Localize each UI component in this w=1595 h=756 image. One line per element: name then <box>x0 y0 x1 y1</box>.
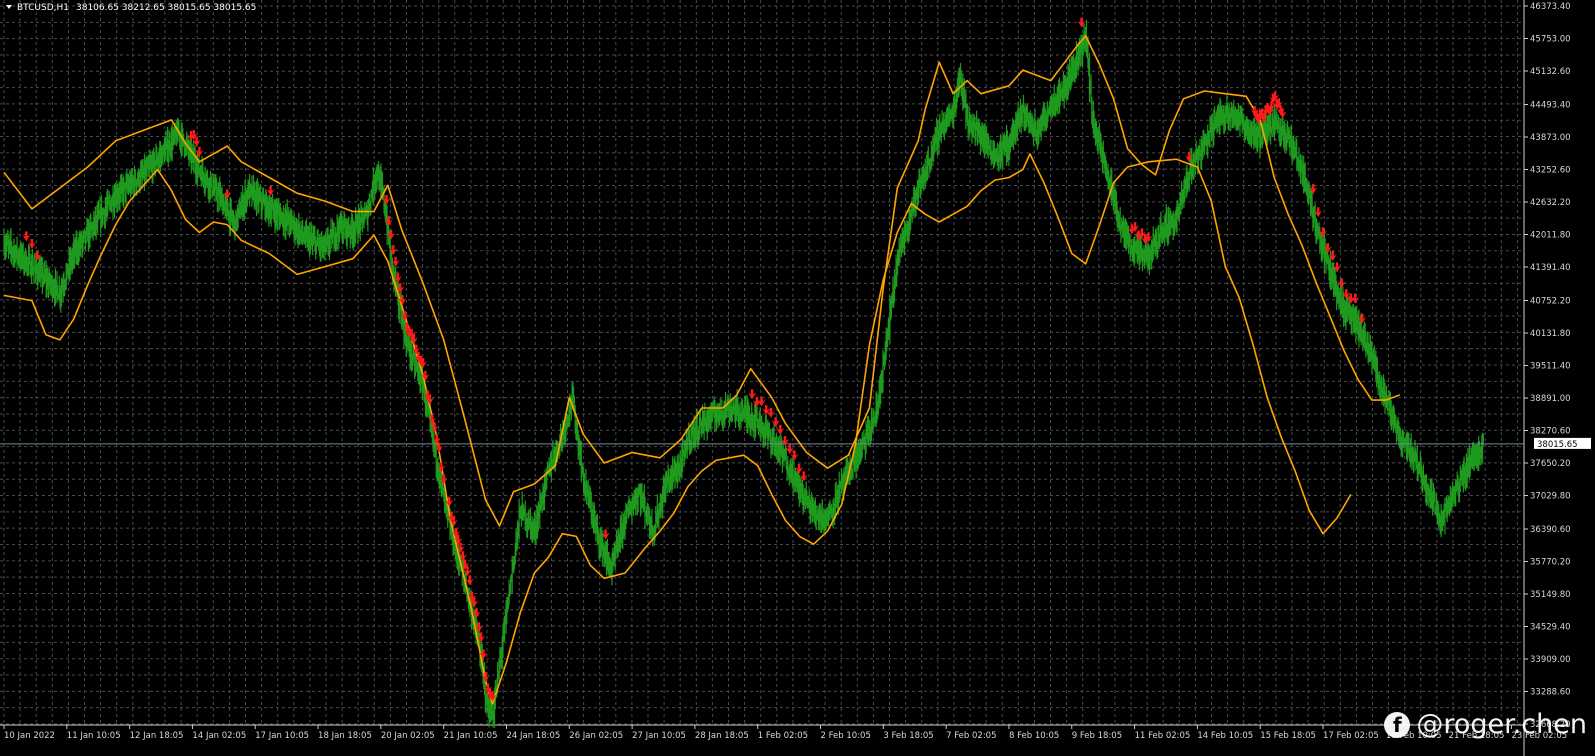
time-tick-label: 9 Feb 18:05 <box>1072 731 1122 741</box>
price-tick-label: 33288.60 <box>1530 687 1571 697</box>
time-tick-label: 17 Feb 02:05 <box>1323 731 1379 741</box>
price-chart[interactable]: 46373.40 45753.00 45132.60 44493.40 43873.00… <box>0 0 1595 756</box>
price-tick-label: 43252.60 <box>1530 165 1571 175</box>
time-tick-label: 10 Jan 2022 <box>4 731 55 741</box>
time-tick-label: 21 Jan 10:05 <box>444 731 498 741</box>
time-tick-label: 2 Feb 10:05 <box>821 731 871 741</box>
time-tick-label: 24 Jan 18:05 <box>506 731 560 741</box>
chart-header: BTCUSD,H1 38106.65 38212.65 38015.65 380… <box>6 3 256 13</box>
price-tick-label: 38891.00 <box>1530 394 1571 404</box>
time-tick-label: 11 Feb 02:05 <box>1135 731 1191 741</box>
time-tick-label: 18 Jan 18:05 <box>318 731 372 741</box>
price-tick-label: 42011.80 <box>1530 230 1571 240</box>
price-tick-label: 37029.80 <box>1530 492 1571 502</box>
price-tick-label: 37650.20 <box>1530 459 1571 469</box>
price-tick-label: 45132.60 <box>1530 67 1571 77</box>
price-tick-label: 42632.20 <box>1530 198 1571 208</box>
ohlc-readout: 38106.65 38212.65 38015.65 38015.65 <box>76 3 256 13</box>
watermark: f @roger.chen <box>1384 709 1587 740</box>
price-tick-label: 33909.00 <box>1530 655 1571 665</box>
current-price-label: 38015.65 <box>1537 440 1578 450</box>
time-tick-label: 8 Feb 10:05 <box>1009 731 1059 741</box>
time-tick-label: 20 Jan 02:05 <box>381 731 435 741</box>
time-tick-label: 11 Jan 10:05 <box>67 731 121 741</box>
price-tick-label: 40131.80 <box>1530 329 1571 339</box>
time-tick-label: 27 Jan 10:05 <box>632 731 686 741</box>
price-tick-label: 40752.20 <box>1530 296 1571 306</box>
symbol-label: BTCUSD,H1 <box>17 3 69 13</box>
price-tick-label: 43873.00 <box>1530 133 1571 143</box>
price-tick-label: 34529.40 <box>1530 622 1571 632</box>
price-tick-label: 39511.40 <box>1530 361 1571 371</box>
price-tick-label: 44493.40 <box>1530 100 1571 110</box>
time-tick-label: 7 Feb 02:05 <box>946 731 996 741</box>
price-tick-label: 36390.60 <box>1530 525 1571 535</box>
plot-background <box>0 0 1595 756</box>
facebook-icon: f <box>1384 711 1411 738</box>
time-tick-label: 28 Jan 18:05 <box>695 731 749 741</box>
time-tick-label: 12 Jan 18:05 <box>130 731 184 741</box>
price-tick-label: 41391.40 <box>1530 263 1571 273</box>
time-tick-label: 15 Feb 18:05 <box>1260 731 1316 741</box>
time-tick-label: 14 Jan 02:05 <box>192 731 246 741</box>
time-tick-label: 1 Feb 02:05 <box>758 731 808 741</box>
current-price-tag: 38015.65 <box>1534 437 1591 450</box>
time-tick-label: 14 Feb 10:05 <box>1197 731 1253 741</box>
price-tick-label: 46373.40 <box>1530 2 1571 12</box>
watermark-text: @roger.chen <box>1416 709 1587 740</box>
price-tick-label: 38270.60 <box>1530 426 1571 436</box>
time-tick-label: 26 Jan 02:05 <box>569 731 623 741</box>
price-tick-label: 35149.80 <box>1530 590 1571 600</box>
time-tick-label: 17 Jan 10:05 <box>255 731 309 741</box>
price-tick-label: 35770.20 <box>1530 557 1571 567</box>
time-tick-label: 3 Feb 18:05 <box>883 731 933 741</box>
price-tick-label: 45753.00 <box>1530 35 1571 45</box>
